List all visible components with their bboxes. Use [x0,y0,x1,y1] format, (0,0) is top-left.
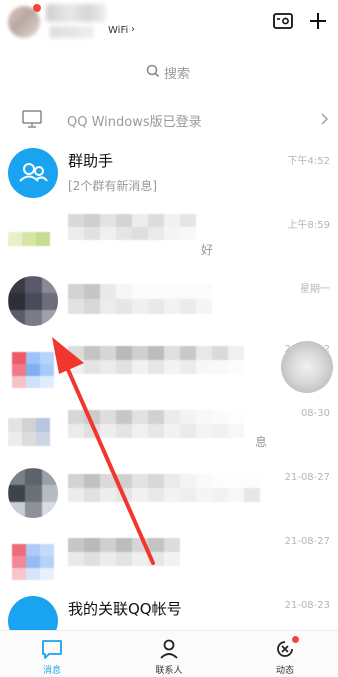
floating-assistive-button[interactable] [281,341,333,393]
avatar-blurred [8,212,58,262]
title-blurred [68,214,196,240]
title-blurred [68,538,180,566]
network-status[interactable]: WiFi [108,25,128,36]
conversation-time: 上午8:59 [287,220,330,231]
unread-dot [33,4,41,12]
conversation-preview: 好 [201,243,214,257]
conversation-row[interactable]: 息 08-30 [0,398,338,462]
notification-dot [292,636,299,643]
conversation-time: 下午4:52 [287,156,330,167]
conversation-list: 群助手 [2个群有新消息] 下午4:52 好 上午8:59 星期一 息 08-3… [0,142,338,636]
search-placeholder: 搜索 [164,67,191,82]
conversation-preview: 息 [255,435,268,449]
avatar-blurred [8,468,58,518]
conversation-row[interactable]: 21-08-27 [0,462,338,526]
tab-label: 消息 [42,666,61,676]
tab-contacts[interactable]: 联系人 [129,631,209,677]
title-blurred [68,346,244,374]
chevron-right-icon [319,110,331,128]
avatar-blurred [8,276,58,326]
conversation-title: 群助手 [68,152,114,170]
conversation-time: 21-08-27 [284,472,330,483]
conversation-row[interactable]: 星期一 [0,270,338,334]
conversation-preview: [2个群有新消息] [68,179,157,193]
avatar-blurred [8,404,58,454]
pc-login-text: QQ Windows版已登录 [67,115,202,130]
status-chevron: › [131,24,135,35]
conversation-row[interactable]: 群助手 [2个群有新消息] 下午4:52 [0,142,338,206]
conversation-time: 21-08-23 [284,600,330,611]
conversation-time: 08-30 [300,408,330,419]
tab-moments[interactable]: 动态 [245,631,325,677]
search-icon [145,63,161,79]
tab-messages[interactable]: 消息 [12,631,92,677]
camera-icon[interactable] [272,10,294,32]
tab-label: 动态 [275,666,294,676]
conversation-title: 我的关联QQ帐号 [68,600,182,618]
group-assistant-icon [8,148,58,198]
title-blurred [68,410,244,438]
search-bar[interactable]: 搜索 [0,56,338,86]
message-icon [40,637,64,661]
title-blurred [68,284,212,314]
title-blurred [68,474,260,502]
status-blurred [50,26,94,38]
contacts-icon [157,637,181,661]
profile-name-blurred[interactable] [46,4,106,22]
bottom-tab-bar: 消息 联系人 动态 [0,630,338,677]
conversation-time: 星期一 [300,284,330,295]
pc-login-banner[interactable]: QQ Windows版已登录 [0,100,338,140]
plus-icon[interactable] [307,10,329,32]
avatar-blurred [8,340,58,390]
conversation-time: 21-08-27 [284,536,330,547]
conversation-row[interactable]: 21-08-27 [0,526,338,590]
conversation-row[interactable]: 好 上午8:59 [0,206,338,270]
top-bar: WiFi › [0,0,338,46]
tab-label: 联系人 [155,666,183,676]
monitor-icon [21,109,43,129]
avatar-blurred [8,532,58,582]
